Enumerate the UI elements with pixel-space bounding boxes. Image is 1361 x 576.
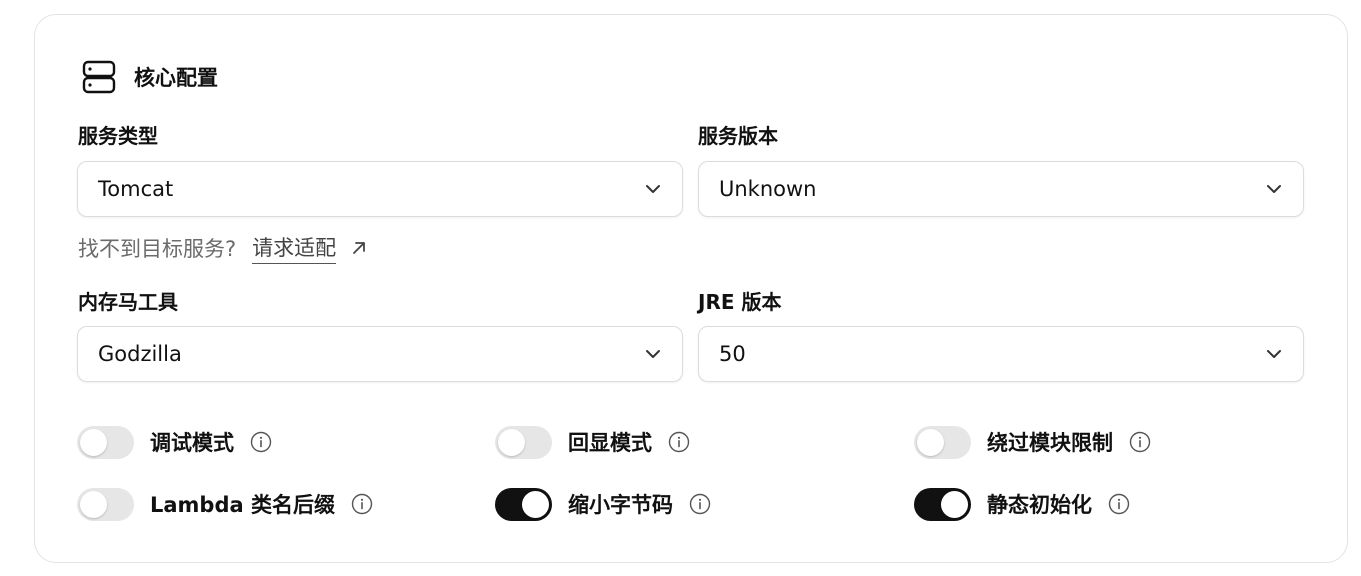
echo-mode-label: 回显模式 — [568, 431, 652, 455]
static-init-switch[interactable] — [914, 487, 971, 521]
lambda-suffix-switch[interactable] — [77, 487, 134, 521]
info-icon[interactable] — [668, 431, 690, 453]
service-version-select[interactable]: Unknown — [698, 161, 1304, 217]
switch-knob — [917, 428, 944, 456]
section-title: 核心配置 — [134, 66, 218, 90]
switch-knob — [80, 428, 107, 456]
static-init-toggle-item: 静态初始化 — [914, 486, 1130, 522]
memshell-tool-label: 内存马工具 — [78, 290, 178, 314]
echo-mode-toggle-item: 回显模式 — [495, 424, 690, 460]
info-icon[interactable] — [689, 493, 711, 515]
switch-knob — [522, 490, 549, 518]
memshell-tool-value: Godzilla — [98, 342, 182, 366]
service-type-select[interactable]: Tomcat — [77, 161, 683, 217]
shrink-bytecode-label: 缩小字节码 — [568, 493, 673, 517]
debug-mode-label: 调试模式 — [150, 431, 234, 455]
debug-mode-toggle-item: 调试模式 — [77, 424, 272, 460]
jre-version-select[interactable]: 50 — [698, 326, 1304, 382]
info-icon[interactable] — [1108, 493, 1130, 515]
switch-knob — [498, 428, 525, 456]
external-link-arrow-icon[interactable] — [350, 239, 368, 257]
chevron-down-icon — [646, 350, 660, 358]
bypass-module-switch[interactable] — [914, 425, 971, 459]
chevron-down-icon — [646, 185, 660, 193]
core-config-card — [34, 14, 1348, 563]
chevron-down-icon — [1267, 350, 1281, 358]
jre-version-value: 50 — [719, 342, 746, 366]
debug-mode-switch[interactable] — [77, 425, 134, 459]
service-version-value: Unknown — [719, 177, 817, 201]
service-version-label: 服务版本 — [698, 124, 778, 148]
request-adaptation-link[interactable]: 请求适配 — [252, 232, 337, 264]
bypass-module-label: 绕过模块限制 — [987, 431, 1113, 455]
shrink-bytecode-switch[interactable] — [495, 487, 552, 521]
info-icon[interactable] — [250, 431, 272, 453]
section-header: 核心配置 — [82, 60, 218, 94]
help-row: 找不到目标服务? 请求适配 — [78, 232, 368, 264]
memshell-tool-select[interactable]: Godzilla — [77, 326, 683, 382]
service-type-label: 服务类型 — [78, 124, 158, 148]
switch-knob — [941, 490, 968, 518]
info-icon[interactable] — [351, 493, 373, 515]
info-icon[interactable] — [1129, 431, 1151, 453]
service-type-value: Tomcat — [98, 177, 174, 201]
help-text: 找不到目标服务? — [78, 237, 237, 261]
server-icon — [82, 60, 116, 94]
shrink-bytecode-toggle-item: 缩小字节码 — [495, 486, 711, 522]
static-init-label: 静态初始化 — [987, 493, 1092, 517]
echo-mode-switch[interactable] — [495, 425, 552, 459]
jre-version-label: JRE 版本 — [698, 290, 782, 314]
lambda-suffix-toggle-item: Lambda 类名后缀 — [77, 486, 373, 522]
chevron-down-icon — [1267, 185, 1281, 193]
switch-knob — [80, 490, 107, 518]
bypass-module-toggle-item: 绕过模块限制 — [914, 424, 1151, 460]
lambda-suffix-label: Lambda 类名后缀 — [150, 493, 335, 517]
